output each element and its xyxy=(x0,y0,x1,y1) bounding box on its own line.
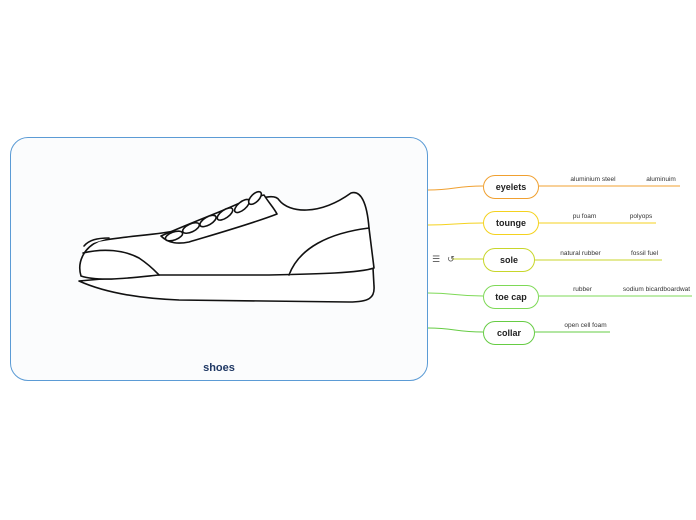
branch-toe-cap[interactable]: toe cap xyxy=(483,285,539,309)
link-icon[interactable]: ↺ xyxy=(447,254,455,265)
node-tools: ☰ ↺ xyxy=(432,254,455,265)
leaf-fossil-fuel[interactable]: fossil fuel xyxy=(627,250,662,257)
branch-label: eyelets xyxy=(495,182,527,192)
leaf-natural-rubber[interactable]: natural rubber xyxy=(557,250,604,257)
leaf-rubber[interactable]: rubber xyxy=(569,286,596,293)
leaf-aluminium-steel[interactable]: aluminium steel xyxy=(567,176,619,183)
leaf-polyops[interactable]: polyops xyxy=(626,213,656,220)
root-node[interactable]: shoes xyxy=(10,137,428,381)
branch-label: sole xyxy=(499,255,518,265)
branch-collar[interactable]: collar xyxy=(483,321,535,345)
connector-tounge xyxy=(427,222,484,226)
branch-label: toe cap xyxy=(495,292,527,302)
branch-label: tounge xyxy=(496,218,526,228)
branch-tounge[interactable]: tounge xyxy=(483,211,539,235)
shoe-icon xyxy=(78,190,375,303)
leaf-aluminuim[interactable]: aluminuim xyxy=(642,176,680,183)
root-label: shoes xyxy=(203,362,235,374)
mind-map-canvas: shoes ☰ ↺ eyelets tounge sole toe cap co… xyxy=(0,0,696,520)
menu-icon[interactable]: ☰ xyxy=(432,254,440,265)
leaf-pu-foam[interactable]: pu foam xyxy=(569,213,600,220)
shoe-illustration xyxy=(69,178,389,308)
branch-label: collar xyxy=(496,328,521,338)
connector-toe-cap xyxy=(427,292,484,297)
connector-collar xyxy=(427,327,484,333)
branch-sole[interactable]: sole xyxy=(483,248,535,272)
connector-eyelets xyxy=(427,185,484,191)
leaf-open-cell-foam[interactable]: open cell foam xyxy=(561,322,610,329)
leaf-sodium-bicardboardwat[interactable]: sodium bicardboardwat xyxy=(621,286,692,293)
branch-eyelets[interactable]: eyelets xyxy=(483,175,539,199)
